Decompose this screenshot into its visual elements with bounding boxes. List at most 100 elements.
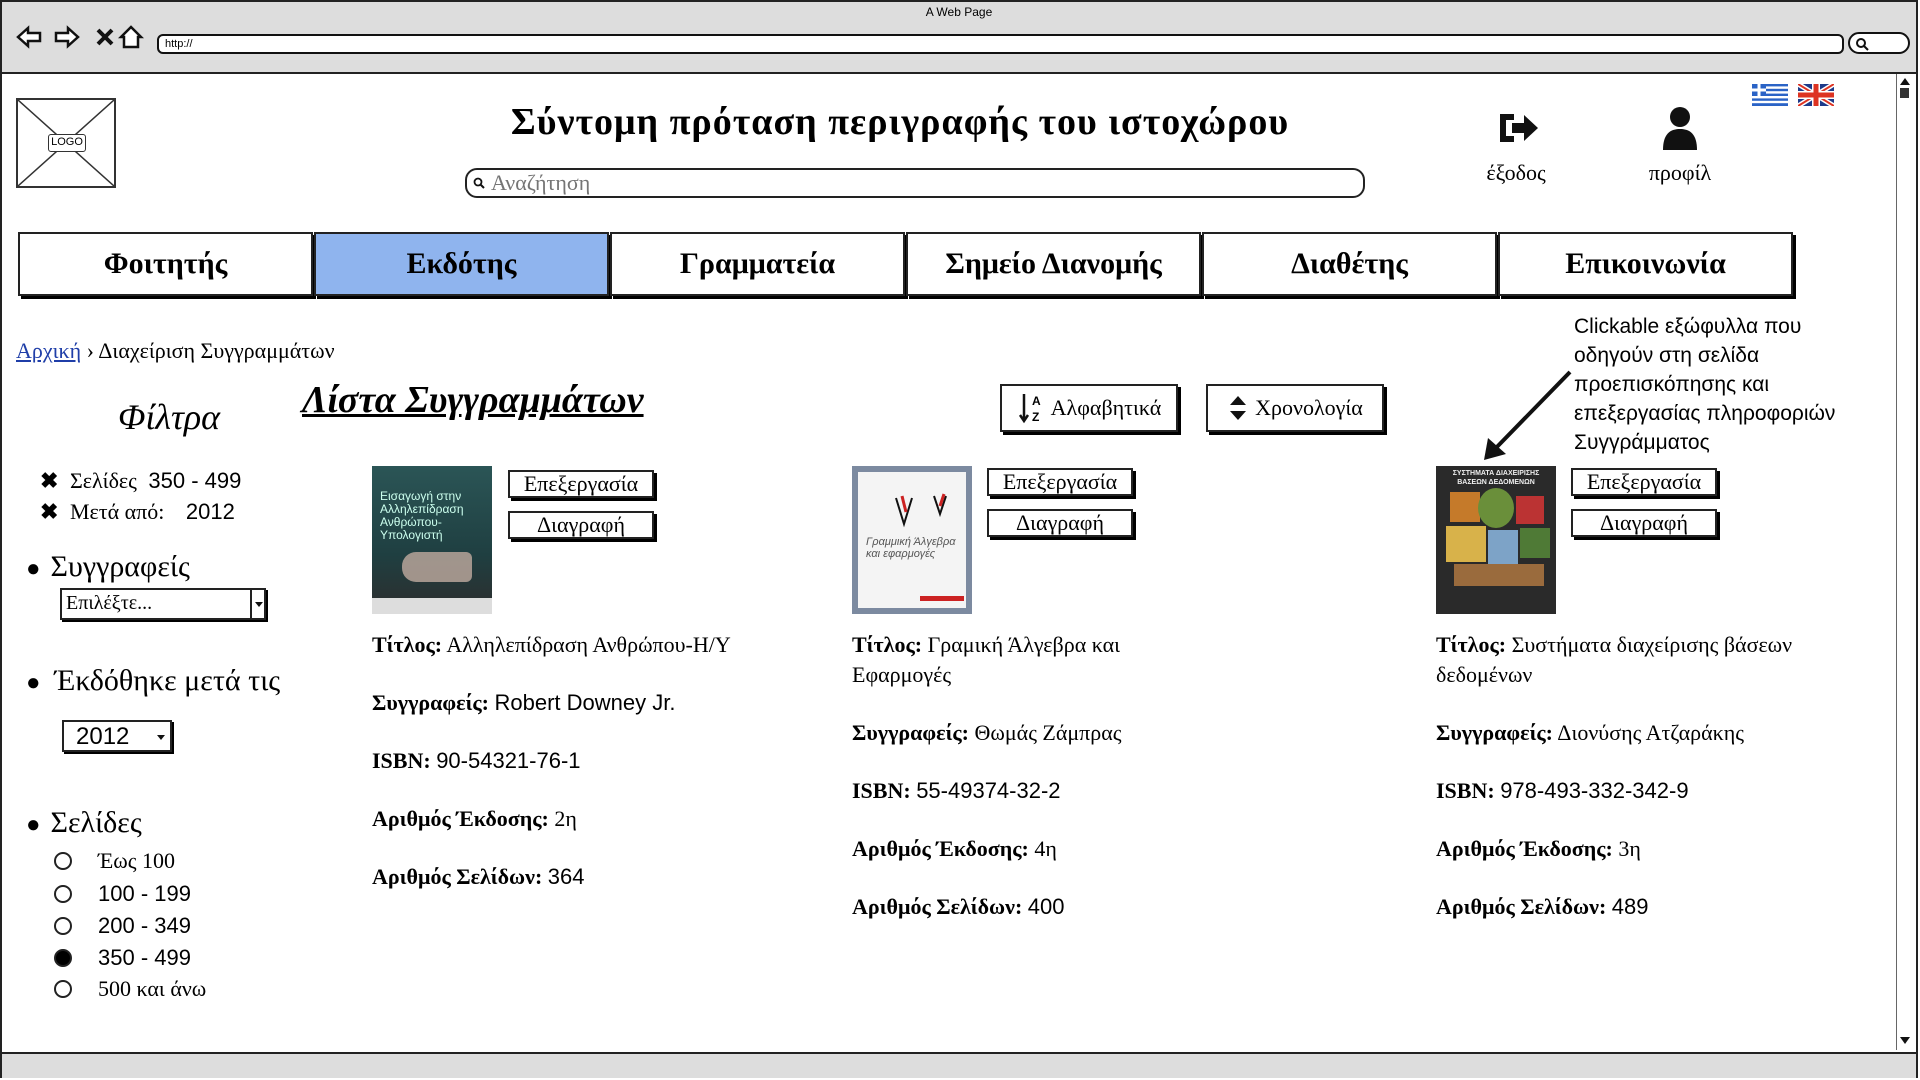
svg-text:A: A <box>1032 394 1041 408</box>
book-isbn: 90-54321-76-1 <box>436 748 581 773</box>
chevron-down-icon <box>157 735 165 740</box>
greek-flag-icon[interactable] <box>1752 84 1788 106</box>
published-filter-heading: ● Έκδόθηκε μετά τις <box>26 664 280 698</box>
pages-option-label: Έως 100 <box>98 848 175 873</box>
book-edition: 3η <box>1618 836 1641 861</box>
year-select-value: 2012 <box>76 723 130 750</box>
book-cover[interactable]: ΣΥΣΤΗΜΑΤΑ ΔΙΑΧΕΙΡΙΣΗΣ ΒΑΣΕΩΝ ΔΕΔΟΜΕΝΩΝ <box>1436 466 1556 614</box>
uk-flag-icon[interactable] <box>1796 81 1836 109</box>
pages-field-label: Αριθμός Σελίδων: <box>1436 894 1607 919</box>
authors-filter-heading: ● Συγγραφείς <box>26 550 190 584</box>
isbn-field-label: ISBN: <box>372 748 431 773</box>
tab-student[interactable]: Φοιτητής <box>18 232 313 296</box>
tab-secretariat[interactable]: Γραμματεία <box>610 232 905 296</box>
scroll-down-icon[interactable] <box>1899 1036 1911 1046</box>
cover-tile <box>1450 492 1480 522</box>
book-authors: Robert Downey Jr. <box>494 690 676 715</box>
search-box[interactable] <box>465 168 1365 198</box>
active-filter-value: 2012 <box>185 499 235 524</box>
browser-search-field[interactable] <box>1848 32 1910 54</box>
book-isbn: 978-493-332-342-9 <box>1500 778 1689 803</box>
window-title: A Web Page <box>925 5 993 19</box>
site-title: Σύντομη πρόταση περιγραφής του ιστοχώρου <box>510 101 1290 143</box>
profile-label[interactable]: προφίλ <box>1630 160 1730 186</box>
radio-icon[interactable] <box>54 885 72 903</box>
scrollbar[interactable] <box>1896 74 1913 1050</box>
filters-title: Φίλτρα <box>118 397 221 437</box>
book-isbn: 55-49374-32-2 <box>916 778 1061 803</box>
radio-icon[interactable] <box>54 980 72 998</box>
tab-publisher[interactable]: Εκδότης <box>314 232 609 296</box>
bullet-icon: ● <box>26 812 41 838</box>
book-cover[interactable]: Εισαγωγή στην Αλληλεπίδραση Ανθρώπου-Υπο… <box>372 466 492 614</box>
isbn-field-label: ISBN: <box>1436 778 1495 803</box>
cover-tile <box>1446 526 1486 562</box>
book-edition: 2η <box>554 806 577 831</box>
delete-button[interactable]: Διαγραφή <box>1571 509 1717 537</box>
home-icon[interactable] <box>118 24 144 50</box>
tab-distribution-point[interactable]: Σημείο Διανομής <box>906 232 1201 296</box>
pages-option[interactable]: Έως 100 <box>54 848 175 874</box>
pages-option[interactable]: 100 - 199 <box>54 881 191 907</box>
sort-az-icon: AZ <box>1018 394 1041 424</box>
radio-selected-icon[interactable] <box>54 949 72 967</box>
book-details: Τίτλος: Αλληλεπίδραση Ανθρώπου-Η/Υ Συγγρ… <box>372 630 792 892</box>
edit-button[interactable]: Επεξεργασία <box>508 470 654 498</box>
status-bar <box>2 1052 1916 1078</box>
active-filter-year: ✖ Μετά από: 2012 <box>40 499 235 525</box>
bullet-icon: ● <box>26 556 41 582</box>
edit-button[interactable]: Επεξεργασία <box>987 468 1133 496</box>
cover-footer <box>372 598 492 614</box>
year-select[interactable]: 2012 <box>62 720 172 752</box>
title-field-label: Τίτλος: <box>1436 632 1507 657</box>
back-icon[interactable] <box>16 24 42 50</box>
scroll-up-icon[interactable] <box>1899 76 1911 86</box>
book-cover-title: Γραμμική Άλγεβρα και εφαρμογές <box>866 536 956 560</box>
annotation-arrow-icon <box>1484 370 1572 460</box>
close-icon[interactable] <box>92 24 118 50</box>
tab-contact[interactable]: Επικοινωνία <box>1498 232 1793 296</box>
logout-label[interactable]: έξοδος <box>1466 160 1566 186</box>
url-field[interactable]: http:// <box>157 34 1844 54</box>
search-input[interactable] <box>489 169 1353 197</box>
logo-text: LOGO <box>48 134 86 152</box>
remove-filter-icon[interactable]: ✖ <box>40 468 58 493</box>
dropdown-button[interactable] <box>250 590 266 618</box>
breadcrumb-home-link[interactable]: Αρχική <box>16 338 81 363</box>
title-field-label: Τίτλος: <box>852 632 923 657</box>
authors-field-label: Συγγραφείς: <box>372 690 489 715</box>
book-pages: 489 <box>1611 894 1649 919</box>
sort-chronological-button[interactable]: Χρονολογία <box>1206 384 1384 432</box>
pages-option-label: 200 - 349 <box>98 913 191 938</box>
forward-icon[interactable] <box>54 24 80 50</box>
book-pages: 400 <box>1027 894 1065 919</box>
pages-filter-heading: ● Σελίδες <box>26 806 142 840</box>
cover-stripe <box>920 596 964 601</box>
chevron-down-icon <box>255 602 263 607</box>
pages-option[interactable]: 350 - 499 <box>54 945 191 971</box>
book-cover[interactable]: Γραμμική Άλγεβρα και εφαρμογές <box>852 466 972 614</box>
search-icon <box>473 177 485 189</box>
authors-field-label: Συγγραφείς: <box>1436 720 1553 745</box>
logo[interactable]: LOGO <box>16 98 116 188</box>
authors-select[interactable]: Επιλέξτε... <box>60 588 266 620</box>
sort-alphabetical-button[interactable]: AZ Αλφαβητικά <box>1000 384 1178 432</box>
logout-icon[interactable] <box>1496 108 1540 148</box>
radio-icon[interactable] <box>54 852 72 870</box>
pages-option[interactable]: 200 - 349 <box>54 913 191 939</box>
authors-select-value: Επιλέξτε... <box>66 592 153 614</box>
pages-option-label: 350 - 499 <box>98 945 191 970</box>
radio-icon[interactable] <box>54 917 72 935</box>
remove-filter-icon[interactable]: ✖ <box>40 499 58 524</box>
sort-chronological-label: Χρονολογία <box>1255 395 1363 420</box>
tab-distributor[interactable]: Διαθέτης <box>1202 232 1497 296</box>
delete-button[interactable]: Διαγραφή <box>987 509 1133 537</box>
delete-button[interactable]: Διαγραφή <box>508 511 654 539</box>
book-authors: Διονύσης Ατζαράκης <box>1557 720 1744 745</box>
edit-button[interactable]: Επεξεργασία <box>1571 468 1717 496</box>
book-authors: Θωμάς Ζάμπρας <box>974 720 1122 745</box>
pages-option[interactable]: 500 και άνω <box>54 976 206 1002</box>
scroll-thumb[interactable] <box>1900 88 1909 98</box>
profile-icon[interactable] <box>1660 104 1700 152</box>
search-icon <box>1856 38 1869 51</box>
